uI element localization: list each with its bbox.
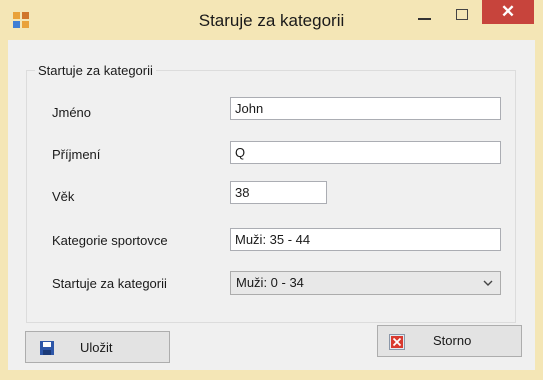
start-category-selected: Muži: 0 - 34	[236, 275, 304, 290]
close-button[interactable]: ✕	[482, 0, 534, 24]
floppy-disk-icon	[40, 341, 54, 355]
close-icon: ✕	[500, 2, 516, 21]
last-name-label: Příjmení	[52, 147, 101, 162]
dialog-client-area: Startuje za kategorii Jméno Příjmení Věk…	[8, 40, 535, 370]
app-windows-icon	[13, 12, 29, 28]
title-bar[interactable]: Staruje za kategorii ✕	[0, 0, 543, 40]
first-name-label: Jméno	[52, 105, 92, 120]
start-category-dropdown[interactable]: Muži: 0 - 34	[230, 271, 501, 295]
last-name-field[interactable]	[230, 141, 501, 164]
red-x-icon	[389, 334, 405, 350]
maximize-button[interactable]	[448, 0, 478, 30]
start-category-label: Startuje za kategorii	[52, 276, 167, 291]
minimize-button[interactable]	[410, 0, 440, 30]
first-name-field[interactable]	[230, 97, 501, 120]
cancel-button[interactable]: Storno	[377, 325, 522, 357]
cancel-button-label: Storno	[433, 333, 472, 348]
athlete-category-label: Kategorie sportovce	[52, 233, 168, 248]
dialog-window: Staruje za kategorii ✕ Startuje za kateg…	[0, 0, 543, 380]
save-button-label: Uložit	[80, 340, 113, 355]
group-legend: Startuje za kategorii	[38, 63, 153, 78]
athlete-category-field[interactable]	[230, 228, 501, 251]
age-field[interactable]	[230, 181, 327, 204]
save-button[interactable]: Uložit	[25, 331, 170, 363]
chevron-down-icon	[483, 280, 493, 286]
age-label: Věk	[52, 189, 75, 204]
